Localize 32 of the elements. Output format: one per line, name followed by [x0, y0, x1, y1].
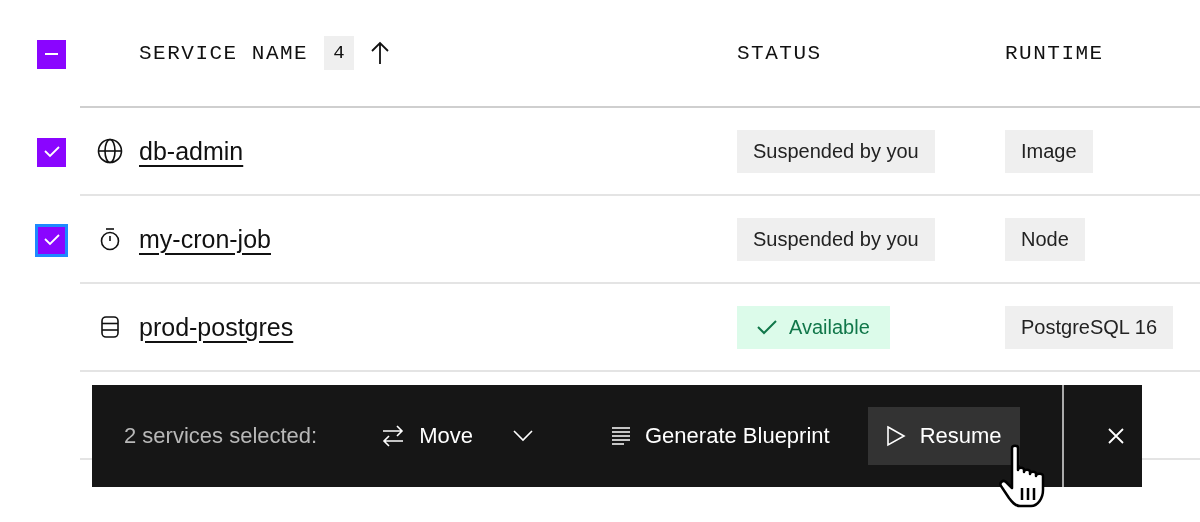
selection-summary: 2 services selected:	[124, 423, 318, 449]
text-lines-icon	[611, 426, 631, 446]
move-button[interactable]: Move	[363, 407, 551, 465]
status-tag: Available	[737, 305, 890, 349]
blueprint-button[interactable]: Generate Blueprint	[593, 407, 848, 465]
checkmark-icon	[757, 319, 777, 335]
globe-icon	[96, 138, 123, 164]
checkmark-icon	[43, 146, 60, 158]
swap-arrows-icon	[381, 425, 406, 447]
chevron-down-icon	[513, 430, 533, 442]
column-header[interactable]: STATUS	[737, 41, 822, 65]
column-header[interactable]: SERVICE NAME	[139, 41, 309, 65]
row-checkbox[interactable]	[37, 137, 66, 167]
service-link[interactable]: my-cron-job	[139, 224, 271, 254]
resume-button[interactable]: Resume	[867, 407, 1020, 465]
sort-up-arrow-icon[interactable]	[369, 41, 390, 65]
service-link[interactable]: db-admin	[139, 136, 244, 166]
status-tag: Suspended by you	[737, 129, 935, 173]
count-badge: 4	[324, 36, 354, 70]
checkmark-icon	[43, 234, 60, 246]
stopwatch-icon	[98, 227, 121, 251]
column-header[interactable]: RUNTIME	[1005, 41, 1104, 65]
row-checkbox[interactable]	[35, 223, 68, 257]
select-all-checkbox[interactable]	[37, 39, 66, 69]
runtime-tag: Image	[1005, 129, 1093, 173]
runtime-tag: Node	[1005, 217, 1085, 261]
service-link[interactable]: prod-postgres	[139, 312, 294, 342]
database-icon	[99, 315, 120, 339]
status-tag: Suspended by you	[737, 217, 935, 261]
runtime-tag: PostgreSQL 16	[1005, 305, 1173, 349]
play-icon	[885, 425, 906, 447]
minus-icon	[45, 53, 58, 55]
